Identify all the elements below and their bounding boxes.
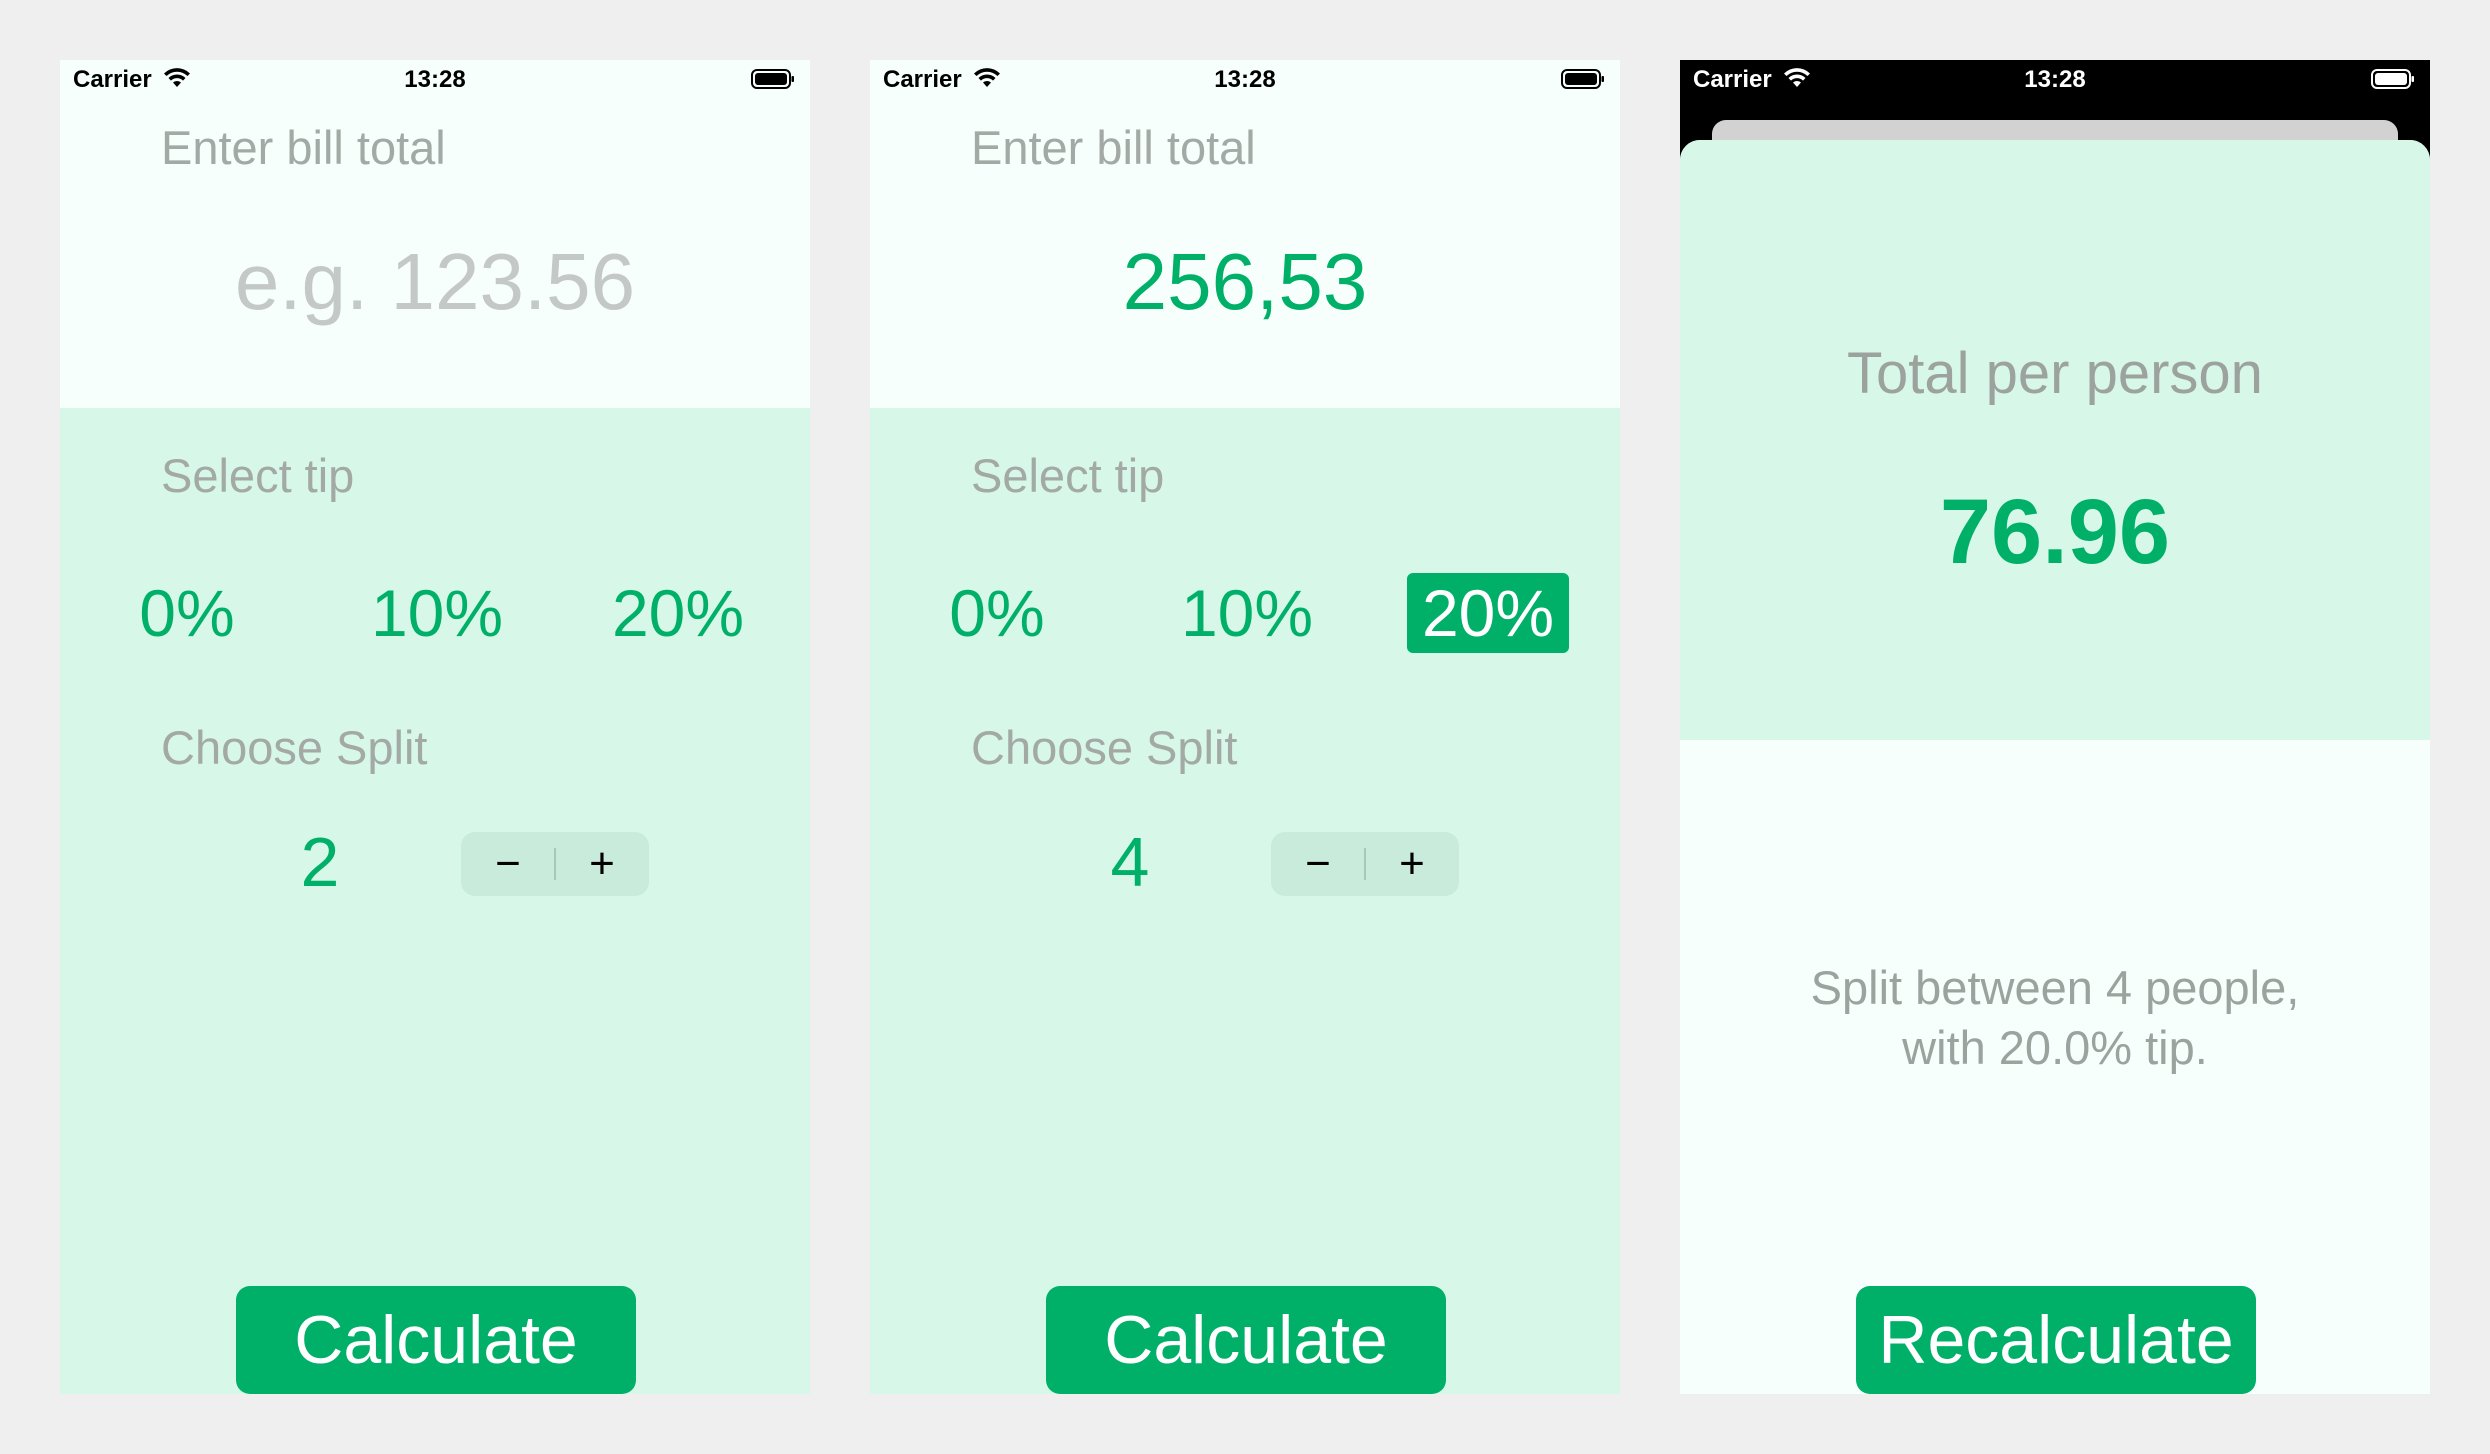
- total-per-person-label: Total per person: [1847, 341, 2263, 406]
- bill-input-section: Enter bill total 256,53: [870, 60, 1620, 408]
- bill-text-field[interactable]: e.g. 123.56: [60, 236, 810, 328]
- split-stepper: − +: [1271, 832, 1459, 896]
- bill-total-label: Enter bill total: [971, 121, 1256, 174]
- calculate-button[interactable]: Calculate: [1046, 1286, 1446, 1394]
- result-summary-section: Total per person 76.96: [1680, 140, 2430, 740]
- tip-0-button[interactable]: 0%: [932, 573, 1062, 653]
- split-number: 2: [300, 823, 340, 901]
- recalculate-button[interactable]: Recalculate: [1856, 1286, 2256, 1394]
- split-settings-text: Split between 4 people, with 20.0% tip.: [1755, 958, 2355, 1078]
- calculator-screen-empty: Enter bill total e.g. 123.56 Carrier 13:…: [60, 60, 810, 1394]
- bill-input-section: Enter bill total e.g. 123.56: [60, 60, 810, 408]
- status-bar: Carrier 13:28: [60, 60, 810, 100]
- clock-label: 13:28: [2024, 66, 2086, 93]
- result-screen: Carrier 13:28 Total per person 76.96 Spl…: [1680, 60, 2430, 1394]
- split-stepper: − +: [461, 832, 649, 896]
- bill-text-field[interactable]: 256,53: [870, 236, 1620, 328]
- clock-label: 13:28: [404, 66, 466, 93]
- battery-icon: [1561, 69, 1604, 89]
- tip-10-button[interactable]: 10%: [357, 573, 517, 653]
- battery-icon: [2371, 69, 2414, 89]
- select-tip-label: Select tip: [161, 449, 355, 502]
- total-per-person-value: 76.96: [1939, 481, 2171, 583]
- result-sheet[interactable]: Total per person 76.96 Split between 4 p…: [1680, 140, 2430, 1394]
- options-section: [870, 408, 1620, 1394]
- tip-20-button-selected[interactable]: 20%: [1407, 573, 1569, 653]
- tip-10-button[interactable]: 10%: [1167, 573, 1327, 653]
- clock-label: 13:28: [1214, 66, 1276, 93]
- battery-icon: [751, 69, 794, 89]
- tip-0-button[interactable]: 0%: [122, 573, 252, 653]
- status-bar: Carrier 13:28: [870, 60, 1620, 100]
- settings-line-1: Split between 4 people,: [1810, 961, 2300, 1014]
- stepper-plus-button[interactable]: +: [1365, 832, 1459, 896]
- select-tip-label: Select tip: [971, 449, 1165, 502]
- tip-20-button[interactable]: 20%: [597, 573, 759, 653]
- stepper-minus-button[interactable]: −: [1271, 832, 1365, 896]
- choose-split-label: Choose Split: [971, 721, 1238, 774]
- status-bar: Carrier 13:28: [1680, 60, 2430, 100]
- options-section: [60, 408, 810, 1394]
- split-number: 4: [1110, 823, 1150, 901]
- choose-split-label: Choose Split: [161, 721, 428, 774]
- calculator-screen-filled: Enter bill total 256,53 Carrier 13:28 Se…: [870, 60, 1620, 1394]
- stepper-plus-button[interactable]: +: [555, 832, 649, 896]
- bill-total-label: Enter bill total: [161, 121, 446, 174]
- settings-line-2: with 20.0% tip.: [1902, 1021, 2208, 1074]
- calculate-button[interactable]: Calculate: [236, 1286, 636, 1394]
- stepper-minus-button[interactable]: −: [461, 832, 555, 896]
